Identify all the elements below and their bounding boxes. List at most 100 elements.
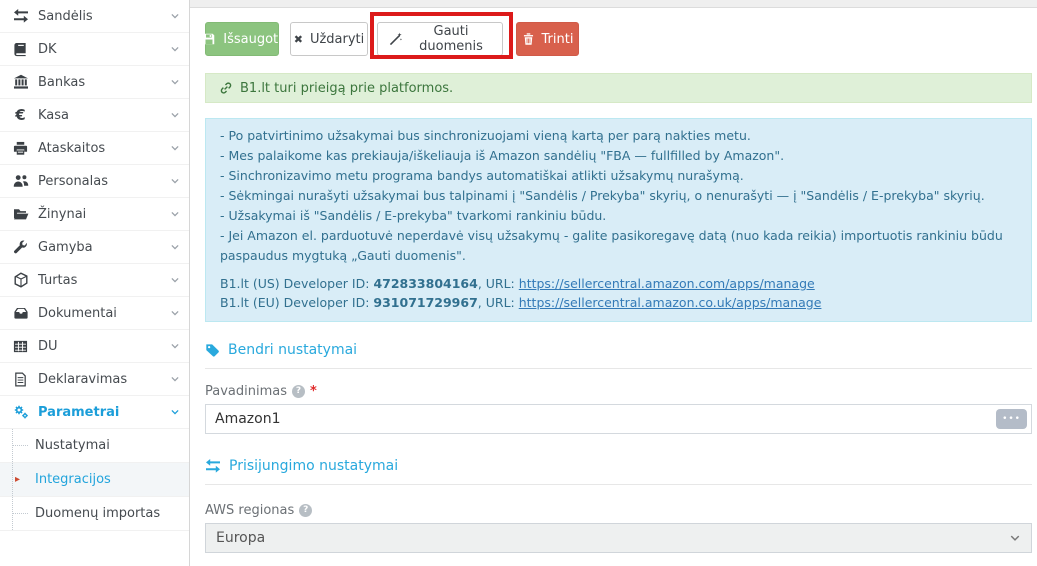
sidebar-item-label: Bankas: [38, 75, 170, 90]
chevron-down-icon: [170, 110, 180, 120]
sidebar-item-label: Personalas: [38, 174, 170, 189]
question-circle-icon[interactable]: ?: [292, 385, 305, 398]
info-line: - Mes palaikome kas prekiauja/iškeliauja…: [220, 146, 1017, 166]
chevron-down-icon: [170, 11, 180, 21]
info-line: - Jei Amazon el. parduotuvė neperdavė vi…: [220, 226, 1017, 266]
exchange-icon: [205, 458, 221, 474]
section-divider: [205, 484, 1032, 485]
chevron-down-icon: [170, 209, 180, 219]
alert-text: B1.lt turi prieigą prie platformos.: [240, 81, 453, 96]
info-line: - Sinchronizavimo metu programa bandys a…: [220, 166, 1017, 186]
table-icon: [12, 338, 29, 354]
section-header-general: Bendri nustatymai: [205, 342, 1032, 358]
chevron-down-icon: [170, 77, 180, 87]
sellercentral-us-link[interactable]: https://sellercentral.amazon.com/apps/ma…: [519, 276, 815, 291]
chevron-down-icon: [170, 275, 180, 285]
sidebar-item-gamyba[interactable]: Gamyba: [0, 231, 189, 264]
print-icon: [12, 140, 29, 156]
sidebar-item-ataskaitos[interactable]: Ataskaitos: [0, 132, 189, 165]
sidebar-subitem-label: Nustatymai: [35, 438, 110, 453]
chevron-down-icon: [170, 341, 180, 351]
sidebar-item-kasa[interactable]: € Kasa: [0, 99, 189, 132]
users-icon: [12, 173, 29, 189]
sidebar: Sandėlis DK Bankas € Kasa Ataskaitos Per…: [0, 0, 190, 566]
sidebar-item-label: DU: [38, 339, 170, 354]
top-divider: [190, 0, 1037, 8]
sidebar-item-label: Kasa: [38, 108, 170, 123]
aws-region-select[interactable]: Europa: [205, 523, 1032, 553]
chevron-down-icon: [1009, 532, 1021, 544]
sidebar-subitem-nustatymai[interactable]: Nustatymai: [0, 429, 189, 463]
sidebar-item-turtas[interactable]: Turtas: [0, 264, 189, 297]
cube-icon: [12, 272, 29, 288]
name-input[interactable]: [205, 404, 1032, 434]
magic-wand-icon: [388, 32, 403, 47]
caret-right-icon: ▸: [15, 463, 20, 496]
integration-info-box: - Po patvirtinimo užsakymai bus sinchron…: [205, 118, 1032, 322]
sellercentral-eu-link[interactable]: https://sellercentral.amazon.co.uk/apps/…: [519, 295, 822, 310]
sidebar-subitem-label: Duomenų importas: [35, 506, 160, 521]
section-header-connection: Prisijungimo nustatymai: [205, 458, 1032, 474]
sidebar-item-sandelis[interactable]: Sandėlis: [0, 0, 189, 33]
name-field-label: Pavadinimas ? *: [205, 384, 1032, 399]
sidebar-item-label: Dokumentai: [38, 306, 170, 321]
info-line: - Sėkmingai nurašyti užsakymai bus talpi…: [220, 186, 1017, 206]
chevron-down-icon: [170, 44, 180, 54]
folder-open-icon: [12, 206, 29, 222]
access-status-alert: B1.lt turi prieigą prie platformos.: [205, 73, 1032, 103]
chevron-down-icon: [170, 374, 180, 384]
info-line: - Užsakymai iš "Sandėlis / E-prekyba" tv…: [220, 206, 1017, 226]
developer-ids-block: B1.lt (US) Developer ID: 472833804164, U…: [220, 274, 1017, 312]
name-input-wrap: •••: [205, 404, 1032, 434]
developer-id-row-us: B1.lt (US) Developer ID: 472833804164, U…: [220, 274, 1017, 293]
sidebar-item-parametrai[interactable]: Parametrai: [0, 396, 189, 429]
aws-region-label: AWS regionas ?: [205, 503, 1032, 518]
sidebar-item-label: Gamyba: [38, 240, 170, 255]
close-icon: ✖: [294, 33, 303, 46]
bank-icon: [12, 74, 29, 90]
wrench-icon: [12, 239, 29, 255]
chevron-down-icon: [170, 176, 180, 186]
sidebar-item-label: Žinynai: [38, 207, 170, 222]
question-circle-icon[interactable]: ?: [299, 504, 312, 517]
sidebar-subitem-label: Integracijos: [35, 472, 111, 487]
sidebar-item-label: Deklaravimas: [38, 372, 170, 387]
sidebar-item-label: Sandėlis: [38, 9, 170, 24]
chevron-down-icon: [170, 242, 180, 252]
save-button[interactable]: Išsaugoti: [205, 22, 279, 56]
trash-icon: [522, 32, 535, 46]
sidebar-item-du[interactable]: DU: [0, 330, 189, 363]
sidebar-item-label: DK: [38, 42, 170, 57]
chevron-down-icon: [170, 308, 180, 318]
section-divider: [205, 368, 1032, 369]
section-title: Prisijungimo nustatymai: [229, 458, 398, 474]
developer-id-row-eu: B1.lt (EU) Developer ID: 931071729967, U…: [220, 293, 1017, 312]
archive-icon: [12, 305, 29, 321]
sidebar-item-label: Parametrai: [38, 405, 170, 420]
section-title: Bendri nustatymai: [228, 342, 357, 358]
delete-button[interactable]: Trinti: [516, 22, 579, 56]
ellipsis-icon[interactable]: •••: [996, 409, 1027, 429]
exchange-icon: [12, 8, 29, 24]
sidebar-item-label: Turtas: [38, 273, 170, 288]
sidebar-item-personalas[interactable]: Personalas: [0, 165, 189, 198]
sidebar-item-zinynai[interactable]: Žinynai: [0, 198, 189, 231]
sidebar-item-bankas[interactable]: Bankas: [0, 66, 189, 99]
required-mark: *: [310, 384, 317, 399]
gears-icon: [12, 404, 29, 420]
sidebar-subitem-duomenu-importas[interactable]: Duomenų importas: [0, 497, 189, 531]
info-line: - Po patvirtinimo užsakymai bus sinchron…: [220, 126, 1017, 146]
sidebar-subitem-integracijos[interactable]: ▸ Integracijos: [0, 463, 189, 497]
sidebar-item-deklaravimas[interactable]: Deklaravimas: [0, 363, 189, 396]
sidebar-item-dk[interactable]: DK: [0, 33, 189, 66]
developer-id-value: 931071729967: [373, 295, 477, 310]
save-icon: [202, 32, 216, 46]
tag-icon: [205, 343, 220, 358]
link-icon: [219, 81, 233, 95]
fetch-data-button[interactable]: Gauti duomenis: [377, 22, 503, 56]
book-icon: [12, 41, 29, 57]
euro-icon: €: [12, 107, 29, 123]
sidebar-item-dokumentai[interactable]: Dokumentai: [0, 297, 189, 330]
main-content: Išsaugoti ✖ Uždaryti Gauti duomenis Trin…: [190, 0, 1037, 566]
close-button[interactable]: ✖ Uždaryti: [290, 22, 368, 56]
